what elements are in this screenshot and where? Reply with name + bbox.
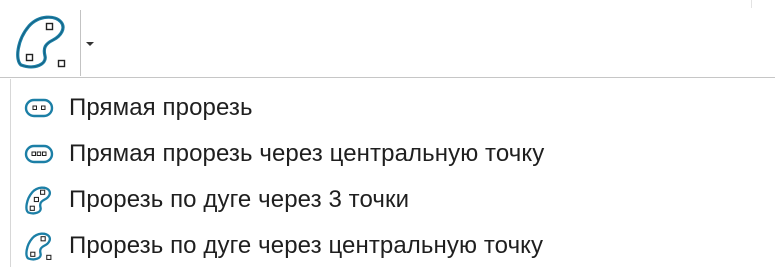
menu-item-label: Прорезь по дуге через 3 точки (69, 186, 410, 213)
arc-slot-center-icon (22, 229, 56, 263)
menu-item-straight-slot-center[interactable]: Прямая прорезь через центральную точку (11, 132, 775, 176)
straight-slot-center-icon (22, 137, 56, 171)
tool-dropdown-button[interactable] (82, 10, 98, 76)
split-button-divider (80, 10, 81, 76)
menu-item-label: Прямая прорезь через центральную точку (69, 140, 545, 167)
toolbar-edge (751, 0, 752, 8)
menu-item-label: Прорезь по дуге через центральную точку (69, 232, 544, 259)
menu-item-arc-slot-3pt[interactable]: Прорезь по дуге через 3 точки (11, 178, 775, 222)
straight-slot-icon (22, 91, 56, 125)
menu-item-straight-slot[interactable]: Прямая прорезь (11, 86, 775, 130)
menu-item-label: Прямая прорезь (69, 94, 253, 121)
menu-item-arc-slot-center[interactable]: Прорезь по дуге через центральную точку (11, 224, 775, 267)
arc-slot-3pt-icon (22, 183, 56, 217)
arc-slot-icon (13, 12, 71, 75)
active-slot-tool-button[interactable] (8, 10, 75, 76)
toolbar-bottom-border (0, 77, 775, 78)
chevron-down-icon (85, 34, 95, 52)
slot-split-button[interactable] (8, 10, 98, 76)
slot-type-menu: Прямая прорезь Прямая прорезь через цент… (10, 79, 775, 267)
slot-tool-panel: Прямая прорезь Прямая прорезь через цент… (0, 0, 775, 267)
